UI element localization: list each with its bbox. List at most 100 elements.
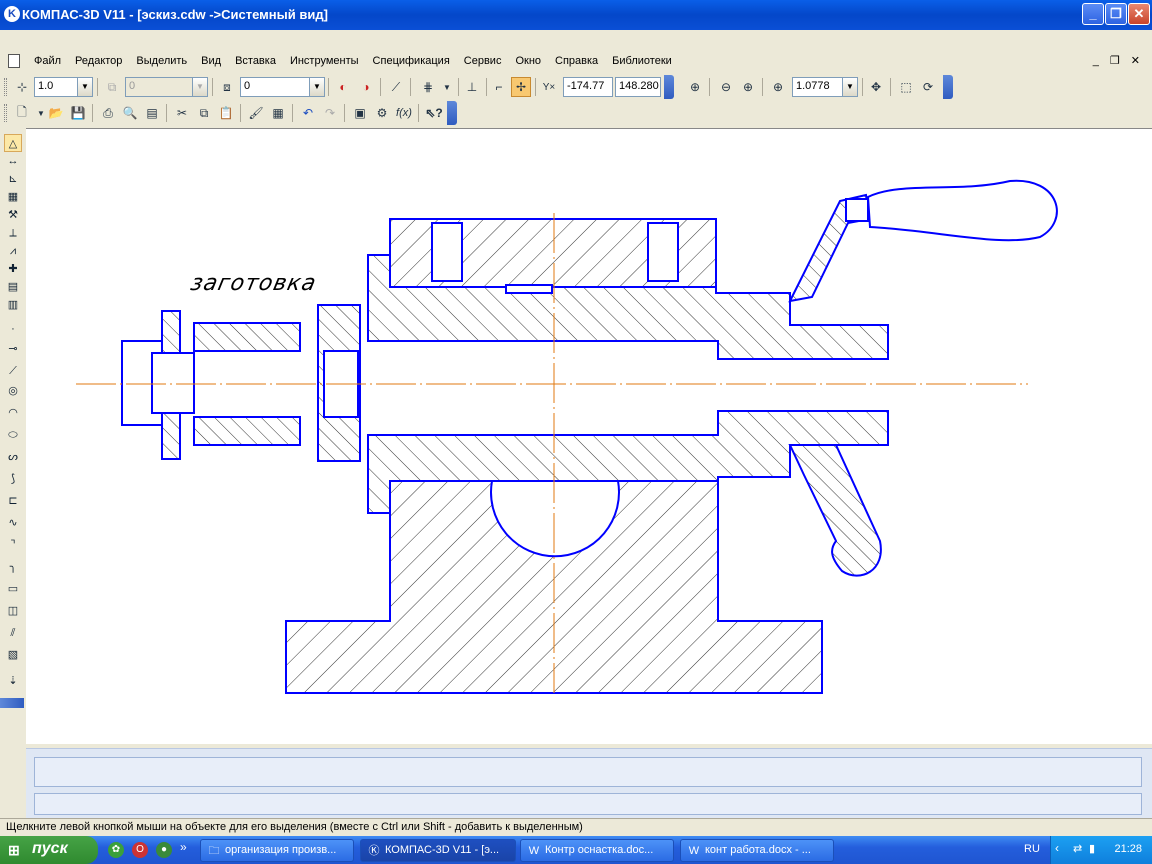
copy-icon[interactable]: ⧉ xyxy=(194,103,214,123)
toolbar-end[interactable] xyxy=(447,101,457,125)
menu-item[interactable]: Инструменты xyxy=(290,55,359,67)
menu-item[interactable]: Выделить xyxy=(136,55,187,67)
snap-settings-icon[interactable]: ⟋ xyxy=(386,77,406,97)
segment-icon[interactable]: ⟋ xyxy=(4,362,22,380)
toolbar-end[interactable] xyxy=(664,75,674,99)
select-icon[interactable]: ⩘ xyxy=(4,242,22,260)
cut-icon[interactable]: ✂ xyxy=(172,103,192,123)
bezier-icon[interactable]: ∿ xyxy=(4,514,22,532)
quicklaunch-icon[interactable]: ✿ xyxy=(108,842,124,858)
toolbar-end[interactable] xyxy=(943,75,953,99)
spline-icon[interactable]: ᔕ xyxy=(4,448,22,466)
close-button[interactable]: ✕ xyxy=(1128,3,1150,25)
browser-icon[interactable]: ● xyxy=(156,842,172,858)
document-icon[interactable] xyxy=(8,54,20,68)
zoom-in-icon[interactable]: ⊕ xyxy=(738,77,758,97)
ellipse-icon[interactable]: ⬭ xyxy=(4,426,22,444)
mdi-controls[interactable]: _ ❐ ✕ xyxy=(1093,54,1144,67)
help-pointer-icon[interactable]: ⇖? xyxy=(424,103,444,123)
tray-arrow-icon[interactable]: ‹ xyxy=(1055,841,1059,855)
polyline-icon[interactable]: ⟆ xyxy=(4,470,22,488)
parametrization-icon[interactable]: ⚒ xyxy=(4,206,22,224)
fill-icon[interactable]: ▧ xyxy=(4,646,22,664)
geometry-icon[interactable]: △ xyxy=(4,134,22,152)
open-icon[interactable]: 📂 xyxy=(46,103,66,123)
menu-item[interactable]: Спецификация xyxy=(373,55,450,67)
opera-icon[interactable]: O xyxy=(132,842,148,858)
insert-icon[interactable]: ▥ xyxy=(4,296,22,314)
coord-y-field[interactable]: 148.280 xyxy=(615,77,661,97)
clock[interactable]: 21:28 xyxy=(1114,843,1142,855)
rectangle-icon[interactable]: ▭ xyxy=(4,580,22,598)
menu-item[interactable]: Библиотеки xyxy=(612,55,672,67)
start-button[interactable]: ⊞ пуск xyxy=(0,836,98,864)
restore-button[interactable]: ❐ xyxy=(1105,3,1127,25)
drawing-svg[interactable] xyxy=(26,129,1152,744)
grid-dropdown-icon[interactable]: ▼ xyxy=(437,77,457,97)
local-cs-icon[interactable]: ⊥ xyxy=(462,77,482,97)
zoom-dropdown[interactable]: ▼ xyxy=(842,77,858,97)
drawing-canvas[interactable]: заготовка xyxy=(26,128,1152,744)
language-indicator[interactable]: RU xyxy=(1024,843,1040,855)
layer-field[interactable]: 0 xyxy=(240,77,310,97)
redo-icon[interactable]: ↷ xyxy=(320,103,340,123)
toolbar-end[interactable] xyxy=(0,698,24,708)
measure-icon[interactable]: ⟂ xyxy=(4,224,22,242)
task-button[interactable]: W Контр оснастка.doc... xyxy=(520,839,674,862)
network-icon[interactable]: ⇄ xyxy=(1073,842,1082,855)
task-button-active[interactable]: Ⓚ КОМПАС-3D V11 - [э... xyxy=(360,839,516,862)
dimensions-icon[interactable]: ↔ xyxy=(4,152,22,170)
collect-contour-icon[interactable]: ◫ xyxy=(4,602,22,620)
designations-icon[interactable]: ⊾ xyxy=(4,170,22,188)
show-all-icon[interactable]: ⬚ xyxy=(896,77,916,97)
task-button[interactable]: 🗀 организация произв... xyxy=(200,839,354,862)
menu-item[interactable]: Сервис xyxy=(464,55,502,67)
properties-icon[interactable]: ▦ xyxy=(268,103,288,123)
properties-row[interactable] xyxy=(34,793,1142,815)
line-scale-dropdown[interactable]: ▼ xyxy=(77,77,93,97)
reports-icon[interactable]: ▤ xyxy=(4,278,22,296)
menu-item[interactable]: Редактор xyxy=(75,55,122,67)
new-document-icon[interactable]: 🗋 xyxy=(12,103,32,123)
minimize-button[interactable]: _ xyxy=(1082,3,1104,25)
layer-icon[interactable]: ⧈ xyxy=(217,77,237,97)
spec-icon[interactable]: ✚ xyxy=(4,260,22,278)
save-icon[interactable]: 💾 xyxy=(68,103,88,123)
variables-icon[interactable]: f(x) xyxy=(394,103,414,123)
menu-item[interactable]: Вставка xyxy=(235,55,276,67)
undo-icon[interactable]: ↶ xyxy=(298,103,318,123)
zoom-window-icon[interactable]: ⊕ xyxy=(685,77,705,97)
toolbar-grip[interactable] xyxy=(4,78,7,96)
task-button[interactable]: Wконт работа.docx - ... xyxy=(680,839,834,862)
grid-snap-icon[interactable]: ⊹ xyxy=(12,77,32,97)
more-icon[interactable]: ⇣ xyxy=(4,672,22,690)
toolbar-grip[interactable] xyxy=(4,104,7,122)
edit-icon[interactable]: ▦ xyxy=(4,188,22,206)
round-coords-icon[interactable]: ✢ xyxy=(511,77,531,97)
more-quicklaunch-icon[interactable]: » xyxy=(180,840,187,854)
kompas-app-icon[interactable]: K xyxy=(4,6,20,22)
snap-magnet-icon[interactable]: ◐ xyxy=(333,77,353,97)
properties-row[interactable] xyxy=(34,757,1142,787)
menu-item[interactable]: Окно xyxy=(515,55,541,67)
zoom-field[interactable]: 1.0778 xyxy=(792,77,844,97)
print-icon[interactable]: ⎙ xyxy=(98,103,118,123)
pan-icon[interactable]: ✥ xyxy=(866,77,886,97)
preview-icon[interactable]: ▤ xyxy=(142,103,162,123)
menu-item[interactable]: Вид xyxy=(201,55,221,67)
coord-x-field[interactable]: -174.77 xyxy=(563,77,613,97)
point-icon[interactable]: · xyxy=(4,320,22,338)
chamfer-icon[interactable]: ⌝ xyxy=(4,536,22,554)
aux-line-icon[interactable]: ⊸ xyxy=(4,340,22,358)
battery-icon[interactable]: ▮ xyxy=(1089,842,1095,855)
layer-dropdown[interactable]: ▼ xyxy=(309,77,325,97)
refresh-icon[interactable]: ⟳ xyxy=(918,77,938,97)
continuous-icon[interactable]: ⊏ xyxy=(4,492,22,510)
menu-item[interactable]: Справка xyxy=(555,55,598,67)
grid-icon[interactable]: ⋕ xyxy=(418,77,438,97)
ortho-icon[interactable]: ⌐ xyxy=(489,77,509,97)
local-snap-icon[interactable]: ◑ xyxy=(356,77,376,97)
print-preview-icon[interactable]: 🔍 xyxy=(120,103,140,123)
zoom-scale-icon[interactable]: ⊕ xyxy=(768,77,788,97)
hatch-icon[interactable]: ⫽ xyxy=(4,624,22,642)
